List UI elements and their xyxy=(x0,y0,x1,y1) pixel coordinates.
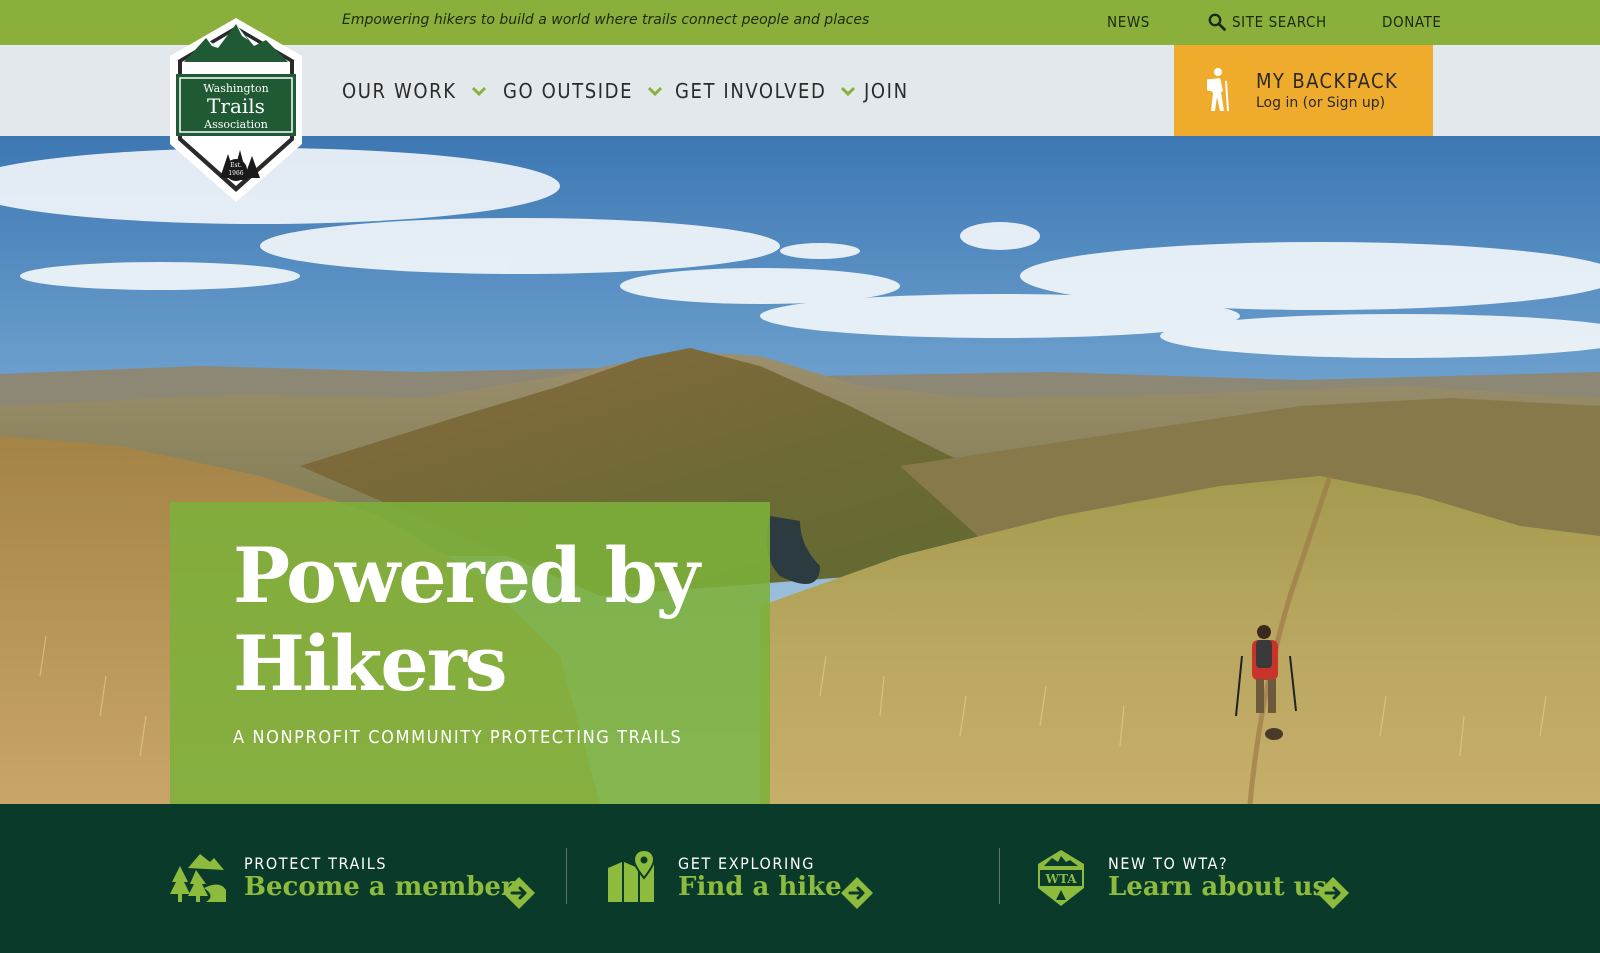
logo-year: 1966 xyxy=(228,170,243,177)
cta-learn-about[interactable]: WTA New to WTA? Learn about us xyxy=(1036,848,1356,912)
site-search-link[interactable]: Site Search xyxy=(1208,13,1327,31)
logo-line3: Association xyxy=(203,118,268,131)
cta-kicker: Protect Trails xyxy=(244,854,388,873)
news-link[interactable]: News xyxy=(1107,13,1150,31)
cta-kicker: Get Exploring xyxy=(678,854,815,873)
nav-item-our-work[interactable]: Our Work xyxy=(342,79,487,103)
donate-link[interactable]: Donate xyxy=(1382,13,1442,31)
backpack-login-link: Log in (or Sign up) xyxy=(1256,95,1386,111)
cta-become-member[interactable]: Protect Trails Become a member xyxy=(170,848,540,912)
hero-subtitle: A nonprofit community protecting trails xyxy=(233,727,683,748)
trees-mountain-icon xyxy=(170,854,226,902)
arrow-right-icon xyxy=(503,877,535,909)
chevron-down-icon xyxy=(471,86,486,96)
nav-item-label: Go Outside xyxy=(503,79,634,103)
chevron-down-icon xyxy=(648,86,663,96)
nav-item-go-outside[interactable]: Go Outside xyxy=(503,79,663,103)
cta-kicker: New to WTA? xyxy=(1108,854,1229,873)
wta-badge-icon: WTA xyxy=(1038,850,1084,906)
backpack-title: My Backpack xyxy=(1256,69,1399,93)
my-backpack-button[interactable]: My Backpack Log in (or Sign up) xyxy=(1174,45,1433,136)
cta-strip: Protect Trails Become a member Get Explo… xyxy=(0,804,1600,953)
nav-item-get-involved[interactable]: Get Involved xyxy=(675,79,856,103)
cta-link: Find a hike xyxy=(678,872,842,902)
hero-title: Powered by Hikers xyxy=(233,531,700,708)
wta-logo[interactable]: Washington Trails Association Est. 1966 xyxy=(166,16,306,204)
nav-item-label: Get Involved xyxy=(675,79,827,103)
arrow-right-icon xyxy=(841,877,873,909)
nav-item-join[interactable]: Join xyxy=(864,79,909,103)
nav-item-label: Our Work xyxy=(342,79,457,103)
cta-link: Become a member xyxy=(244,872,515,902)
cta-divider xyxy=(566,848,567,904)
nav-item-label: Join xyxy=(864,79,909,103)
hiker-icon xyxy=(1207,68,1229,112)
hero-panel: Powered by Hikers A nonprofit community … xyxy=(170,502,770,804)
site-search-label: Site Search xyxy=(1232,13,1327,31)
map-pin-icon xyxy=(608,848,656,902)
logo-est: Est. xyxy=(230,162,242,169)
cta-link: Learn about us xyxy=(1108,872,1328,902)
search-icon xyxy=(1208,13,1226,31)
hero-image: Powered by Hikers A nonprofit community … xyxy=(0,136,1600,804)
svg-text:WTA: WTA xyxy=(1044,872,1077,886)
logo-line2: Trails xyxy=(207,94,265,118)
arrow-right-icon xyxy=(1317,877,1349,909)
site-tagline: Empowering hikers to build a world where… xyxy=(342,12,870,28)
cta-find-hike[interactable]: Get Exploring Find a hike xyxy=(606,848,886,912)
chevron-down-icon xyxy=(841,86,856,96)
cta-divider xyxy=(999,848,1000,904)
